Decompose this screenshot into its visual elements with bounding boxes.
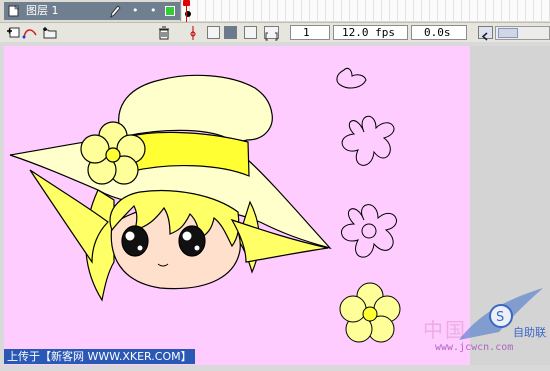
center-frame-icon[interactable] [188,26,198,40]
witch-girl-illustration [9,74,332,302]
witch-drawing[interactable] [4,46,470,365]
insert-layer-folder-icon[interactable] [42,26,58,39]
layer-row[interactable]: 图层 1 • • [4,2,180,20]
modify-onion-markers-button[interactable] [264,26,279,41]
timeline-panel: 图层 1 • • 1 12.0 fps 0.0s [0,0,550,42]
current-frame-field[interactable]: 1 [290,25,330,40]
onion-skin-outlines-button[interactable] [224,26,237,39]
scrollbar-thumb[interactable] [498,28,518,38]
layer-visibility-dot[interactable]: • [132,2,139,20]
layer-outline-swatch[interactable] [165,6,175,16]
elapsed-time-field[interactable]: 0.0s [411,25,467,40]
insert-layer-icon[interactable] [6,26,20,39]
pencil-icon [110,5,121,18]
watermark-site-url: www.jcwcn.com [435,342,514,353]
bracket-icon [265,32,278,41]
logo-text: 自助联盟 [513,325,547,339]
layer-page-icon [8,5,19,17]
scroll-left-button[interactable] [478,26,493,41]
layer-lock-dot[interactable]: • [150,2,157,20]
playhead-handle[interactable] [183,0,190,6]
trash-icon[interactable] [157,26,171,40]
upload-caption: 上传于【新客网 WWW.XKER.COM】 [4,349,195,364]
layer-name[interactable]: 图层 1 [26,2,59,20]
frame-rate-field[interactable]: 12.0 fps [333,25,408,40]
frame-ruler[interactable] [180,0,550,21]
add-motion-guide-icon[interactable] [22,26,38,39]
svg-text:S: S [496,310,504,325]
stage-canvas[interactable] [4,46,470,365]
onion-skin-button[interactable] [207,26,220,39]
chevron-left-icon [481,32,488,41]
flower-stages [336,67,401,343]
timeline-horizontal-scrollbar[interactable] [495,26,550,40]
edit-multiple-frames-button[interactable] [244,26,257,39]
timeline-toolbar: 1 12.0 fps 0.0s [0,22,550,42]
